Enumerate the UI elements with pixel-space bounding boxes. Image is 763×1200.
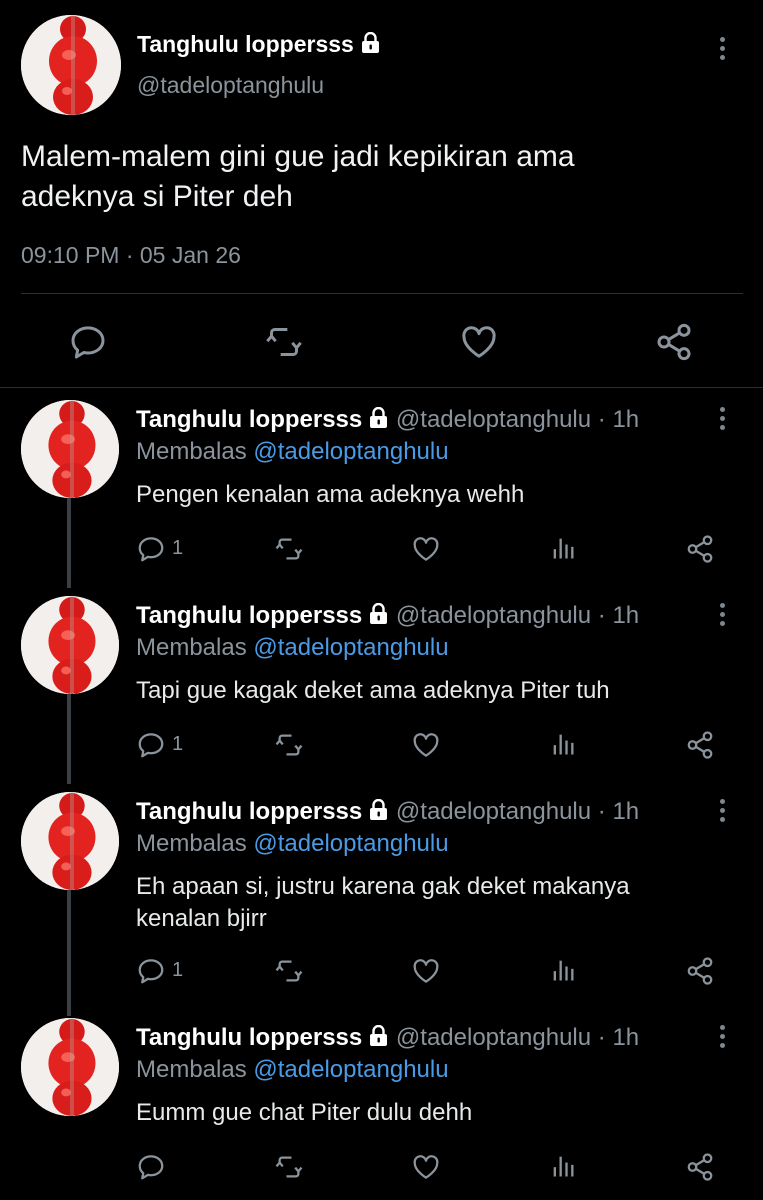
reply-time: · 1h	[597, 602, 640, 629]
reply-count: 1	[172, 733, 184, 755]
display-name-text[interactable]: Tanghulu loppersss	[136, 602, 362, 629]
heart-icon[interactable]	[459, 322, 499, 362]
lock-icon	[360, 32, 381, 60]
divider	[21, 293, 743, 294]
replying-to: Membalas @tadeloptanghulu	[136, 1056, 449, 1084]
thread-line	[67, 890, 71, 1016]
more-vertical-icon[interactable]	[715, 1025, 729, 1052]
views-bar-icon[interactable]	[549, 956, 577, 984]
reply-text-line: Pengen kenalan ama adeknya wehh	[136, 481, 525, 508]
more-vertical-icon[interactable]	[715, 37, 729, 64]
reply-header: Tanghulu loppersss @tadeloptanghulu · 1h	[136, 406, 639, 436]
avatar[interactable]	[21, 792, 119, 890]
heart-icon[interactable]	[411, 730, 441, 760]
more-vertical-icon[interactable]	[715, 799, 729, 826]
replying-to: Membalas @tadeloptanghulu	[136, 438, 449, 466]
replying-to-link[interactable]: @tadeloptanghulu	[253, 634, 448, 661]
display-name-text[interactable]: Tanghulu loppersss	[136, 1024, 362, 1051]
author-handle[interactable]: @tadeloptanghulu	[396, 602, 591, 629]
reply-header: Tanghulu loppersss @tadeloptanghulu · 1h	[136, 1024, 639, 1054]
tweet-text-line: adeknya si Piter deh	[21, 180, 293, 213]
views-bar-icon[interactable]	[549, 730, 577, 758]
retweet-icon[interactable]	[273, 730, 305, 760]
views-bar-icon[interactable]	[549, 534, 577, 562]
share-icon[interactable]	[654, 322, 694, 362]
reply-text-line: kenalan bjirr	[136, 905, 267, 932]
tweet-timestamp[interactable]: 09:10 PM · 05 Jan 26	[21, 242, 241, 269]
more-vertical-icon[interactable]	[715, 407, 729, 434]
reply-text: Eh apaan si, justru karena gak deket mak…	[136, 871, 630, 935]
reply-time: · 1h	[597, 406, 640, 433]
reply-text: Pengen kenalan ama adeknya wehh	[136, 479, 524, 511]
reply-bubble-icon[interactable]	[136, 956, 166, 986]
replying-label: Membalas	[136, 634, 247, 661]
reply-text-line: Eumm gue chat Piter dulu dehh	[136, 1099, 473, 1126]
share-icon[interactable]	[685, 1152, 715, 1182]
views-bar-icon[interactable]	[549, 1152, 577, 1180]
replying-label: Membalas	[136, 438, 247, 465]
reply-text-line: Eh apaan si, justru karena gak deket mak…	[136, 873, 630, 900]
retweet-icon[interactable]	[273, 956, 305, 986]
replying-to-link[interactable]: @tadeloptanghulu	[253, 1056, 448, 1083]
replying-label: Membalas	[136, 1056, 247, 1083]
thread-line	[67, 498, 71, 588]
author-handle[interactable]: @tadeloptanghulu	[396, 1024, 591, 1051]
author-handle[interactable]: @tadeloptanghulu	[396, 406, 591, 433]
avatar[interactable]	[21, 15, 121, 115]
share-icon[interactable]	[685, 730, 715, 760]
avatar[interactable]	[21, 596, 119, 694]
lock-icon	[368, 407, 389, 436]
display-name-text[interactable]: Tanghulu loppersss	[136, 798, 362, 825]
reply-text: Eumm gue chat Piter dulu dehh	[136, 1097, 472, 1129]
avatar[interactable]	[21, 400, 119, 498]
reply-text: Tapi gue kagak deket ama adeknya Piter t…	[136, 675, 610, 707]
share-icon[interactable]	[685, 534, 715, 564]
reply-bubble-icon[interactable]	[136, 730, 166, 760]
display-name-text[interactable]: Tanghulu loppersss	[136, 406, 362, 433]
thread-line	[67, 694, 71, 784]
author-handle[interactable]: @tadeloptanghulu	[137, 72, 324, 99]
lock-icon	[368, 799, 389, 828]
replying-to: Membalas @tadeloptanghulu	[136, 830, 449, 858]
divider	[0, 387, 763, 388]
reply-header: Tanghulu loppersss @tadeloptanghulu · 1h	[136, 602, 639, 632]
reply-text-line: Tapi gue kagak deket ama adeknya Piter t…	[136, 677, 610, 704]
retweet-icon[interactable]	[263, 322, 305, 362]
reply-time: · 1h	[597, 1024, 640, 1051]
tweet-text: Malem-malem gini gue jadi kepikiran ama …	[21, 137, 741, 217]
lock-icon	[368, 603, 389, 632]
retweet-icon[interactable]	[273, 534, 305, 564]
share-icon[interactable]	[685, 956, 715, 986]
reply-count: 1	[172, 537, 184, 559]
replying-to: Membalas @tadeloptanghulu	[136, 634, 449, 662]
avatar[interactable]	[21, 1018, 119, 1116]
more-vertical-icon[interactable]	[715, 603, 729, 630]
lock-icon	[368, 1025, 389, 1054]
heart-icon[interactable]	[411, 1152, 441, 1182]
heart-icon[interactable]	[411, 956, 441, 986]
reply-bubble-icon[interactable]	[136, 1152, 166, 1182]
tweet-text-line: Malem-malem gini gue jadi kepikiran ama	[21, 140, 575, 173]
author-handle[interactable]: @tadeloptanghulu	[396, 798, 591, 825]
replying-to-link[interactable]: @tadeloptanghulu	[253, 438, 448, 465]
reply-count: 1	[172, 959, 184, 981]
reply-bubble-icon[interactable]	[136, 534, 166, 564]
reply-header: Tanghulu loppersss @tadeloptanghulu · 1h	[136, 798, 639, 828]
heart-icon[interactable]	[411, 534, 441, 564]
author-display-name[interactable]: Tanghulu loppersss	[137, 31, 381, 60]
reply-time: · 1h	[597, 798, 640, 825]
retweet-icon[interactable]	[273, 1152, 305, 1182]
display-name-text: Tanghulu loppersss	[137, 31, 354, 57]
replying-label: Membalas	[136, 830, 247, 857]
replying-to-link[interactable]: @tadeloptanghulu	[253, 830, 448, 857]
reply-bubble-icon[interactable]	[68, 322, 108, 362]
